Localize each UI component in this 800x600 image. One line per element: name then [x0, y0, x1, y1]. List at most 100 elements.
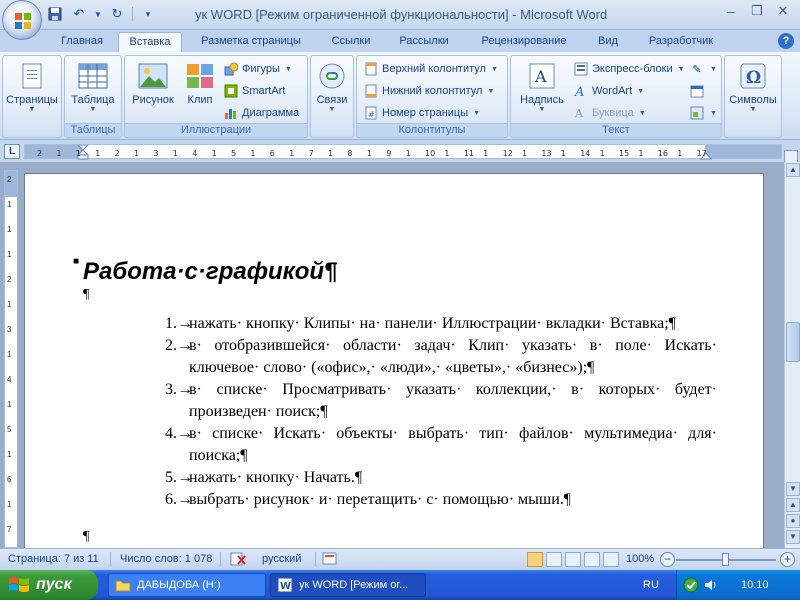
ruler-tick: 7 [308, 149, 314, 158]
print-layout-view-button[interactable] [527, 552, 543, 567]
shapes-button[interactable]: Фигуры ▼ [223, 60, 292, 78]
dropcap-icon: A [573, 105, 589, 121]
ruler-tick: 4 [7, 375, 12, 384]
wordart-button[interactable]: A WordArt ▼ [573, 82, 644, 100]
dropcap-button[interactable]: A Буквица ▼ [573, 104, 646, 122]
pages-icon [16, 60, 48, 92]
group-label-illustrations: Иллюстрации [125, 123, 307, 137]
scroll-down-button[interactable]: ▼ [786, 482, 800, 496]
wordart-label: WordArt [592, 85, 633, 97]
redo-icon[interactable]: ↻ [108, 5, 126, 23]
table-button[interactable]: Таблица ▼ [65, 58, 121, 120]
page-count[interactable]: Страница: 7 из 11 [8, 553, 99, 565]
smartart-button[interactable]: SmartArt [223, 82, 285, 100]
tab-home[interactable]: Главная [52, 32, 112, 52]
quickparts-icon [573, 61, 589, 77]
ruler-tick: 3 [153, 149, 159, 158]
browse-object-button[interactable]: ● [786, 514, 800, 528]
group-label-headers: Колонтитулы [357, 123, 507, 137]
tab-page-layout[interactable]: Разметка страницы [190, 32, 312, 52]
proofing-icon[interactable] [230, 551, 246, 570]
horizontal-ruler[interactable]: 2 1 1 1 2 1 3 1 4 1 5 1 6 1 7 1 8 1 9 1 10 1 11 1 12 1 13 1 14 1 15 1 16… [24, 144, 782, 160]
close-button[interactable]: ✕ [770, 1, 796, 21]
scrollbar-thumb[interactable] [786, 322, 800, 362]
chart-button[interactable]: Диаграмма [223, 104, 299, 122]
office-logo-icon [15, 13, 31, 29]
quickparts-button[interactable]: Экспресс-блоки ▼ [573, 60, 685, 78]
next-page-button[interactable]: ▼ [786, 530, 800, 544]
ruler-tick: 1 [560, 149, 566, 158]
document-page[interactable]: ■ Работа·с·графикой¶ ¶ 1.→ нажать· кнопк… [24, 173, 764, 548]
dropdown-arrow-icon: ▼ [284, 65, 292, 73]
footer-button[interactable]: Нижний колонтитул ▼ [363, 82, 494, 100]
start-label: пуск [36, 576, 72, 593]
start-button[interactable]: пуск [0, 570, 98, 600]
vertical-scrollbar[interactable]: ▲ ▼ ▲ ● ▼ [784, 162, 800, 548]
scroll-up-button[interactable]: ▲ [786, 163, 800, 177]
zoom-slider-thumb[interactable] [722, 553, 729, 566]
list-text: нажать· кнопку· Клипы· на· панели· Иллюс… [189, 315, 676, 332]
dropdown-arrow-icon: ▼ [538, 106, 546, 113]
office-button[interactable] [2, 0, 42, 40]
tab-mailings[interactable]: Рассылки [388, 32, 460, 52]
tab-developer[interactable]: Разработчик [636, 32, 726, 52]
ruler-tick: 4 [192, 149, 198, 158]
header-button[interactable]: Верхний колонтитул ▼ [363, 60, 498, 78]
restore-button[interactable]: ❐ [744, 1, 770, 21]
calendar-icon [689, 83, 705, 99]
taskbar-item-folder[interactable]: ДАВЫДОВА (H:) [108, 573, 266, 597]
zoom-in-button[interactable]: + [780, 552, 795, 567]
clip-button[interactable]: Клип [181, 58, 219, 120]
table-icon [77, 60, 109, 92]
undo-icon[interactable]: ↶ [70, 5, 88, 23]
tab-selector-button[interactable]: L [4, 144, 20, 159]
symbols-button[interactable]: Ω Символы ▼ [725, 58, 781, 120]
datetime-button[interactable] [689, 82, 705, 100]
page-number-button[interactable]: # Номер страницы ▼ [363, 104, 480, 122]
tab-insert[interactable]: Вставка [118, 32, 182, 52]
undo-dropdown-icon[interactable]: ▼ [94, 5, 102, 23]
vertical-ruler[interactable]: 2 1 1 1 2 1 3 1 4 1 5 1 6 1 7 [4, 170, 18, 548]
zoom-out-button[interactable]: − [660, 552, 675, 567]
clock[interactable]: 10:10 [741, 579, 769, 591]
help-icon[interactable]: ? [778, 33, 794, 49]
folder-icon [115, 580, 131, 592]
ruler-tick: 1 [172, 149, 178, 158]
pages-button[interactable]: Страницы ▼ [3, 58, 61, 120]
smartart-label: SmartArt [242, 85, 286, 97]
object-button[interactable]: ▼ [689, 104, 717, 122]
macro-record-icon[interactable] [322, 551, 338, 570]
footer-label: Нижний колонтитул [382, 85, 483, 97]
minimize-button[interactable]: – [718, 1, 744, 21]
web-layout-view-button[interactable] [565, 552, 581, 567]
svg-text:Ω: Ω [746, 68, 761, 88]
taskbar-item-word[interactable]: W ук WORD [Режим ог... [270, 573, 426, 597]
textbox-button[interactable]: A Надпись ▼ [515, 58, 569, 120]
previous-page-button[interactable]: ▲ [786, 498, 800, 512]
group-links: Связи ▼ [310, 55, 354, 138]
signature-line-button[interactable]: ✎ ▼ [689, 60, 717, 78]
numbered-list: 1.→ нажать· кнопку· Клипы· на· панели· И… [165, 313, 717, 511]
dropdown-arrow-icon: ▼ [487, 87, 495, 95]
word-count[interactable]: Число слов: 1 078 [120, 553, 212, 565]
full-screen-reading-view-button[interactable] [546, 552, 562, 567]
ruler-tick: 1 [7, 300, 12, 309]
network-icon[interactable] [683, 577, 699, 593]
windows-taskbar: пуск ДАВЫДОВА (H:) W ук WORD [Режим ог..… [0, 570, 800, 600]
language-bar[interactable]: RU [643, 579, 659, 591]
picture-button[interactable]: Рисунок [127, 58, 179, 120]
customize-qat-icon[interactable]: ▾ [139, 5, 157, 23]
tab-references[interactable]: Ссылки [322, 32, 380, 52]
tab-view[interactable]: Вид [588, 32, 628, 52]
ruler-tick: 6 [7, 475, 12, 484]
draft-view-button[interactable] [603, 552, 619, 567]
volume-icon[interactable] [703, 577, 719, 593]
language-indicator[interactable]: русский [262, 553, 301, 565]
outline-view-button[interactable] [584, 552, 600, 567]
dropdown-arrow-icon: ▼ [89, 106, 97, 113]
links-button[interactable]: Связи ▼ [311, 58, 353, 120]
group-label-text: Текст [511, 123, 721, 137]
tab-review[interactable]: Рецензирование [468, 32, 580, 52]
zoom-level[interactable]: 100% [626, 553, 654, 565]
save-icon[interactable] [46, 5, 64, 23]
